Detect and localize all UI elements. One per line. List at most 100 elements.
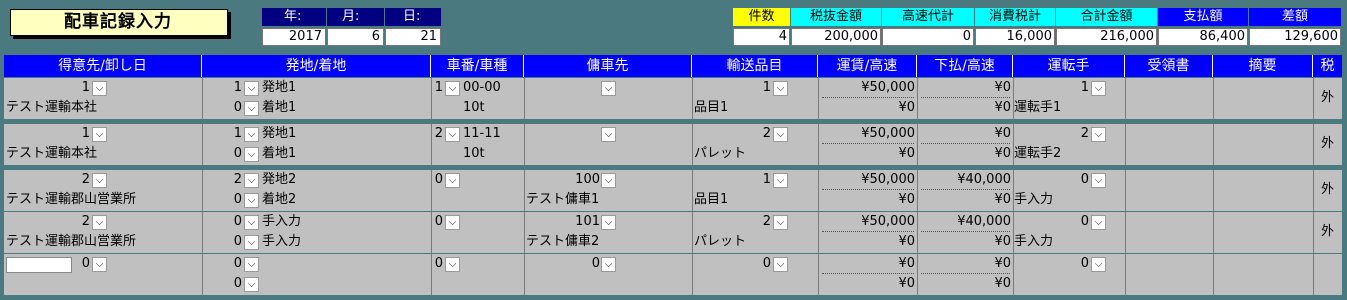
chevron-down-icon[interactable]: ⌵ (244, 193, 259, 208)
customer-code[interactable]: 2 (4, 212, 90, 232)
from-code[interactable]: 0 (202, 254, 242, 274)
chevron-down-icon[interactable]: ⌵ (1091, 81, 1106, 96)
payment-highway: ¥0 (994, 146, 1011, 161)
column-divider (1213, 170, 1214, 211)
chevron-down-icon[interactable]: ⌵ (244, 127, 259, 142)
to-code[interactable]: 0 (202, 144, 242, 164)
chevron-down-icon[interactable]: ⌵ (92, 81, 107, 96)
chevron-down-icon[interactable]: ⌵ (244, 215, 259, 230)
tax-type (1313, 264, 1342, 284)
record-row: 0 0 0 0 0 0 ¥0 ¥0 ¥0 ¥0 0 ⌵ ⌵ ⌵ ⌵ ⌵ ⌵ ⌵ (4, 254, 1342, 295)
chevron-down-icon[interactable]: ⌵ (601, 257, 616, 272)
chevron-down-icon[interactable]: ⌵ (445, 81, 460, 96)
payment-highway: ¥0 (994, 192, 1011, 207)
subcontractor-code[interactable]: 101 (524, 212, 600, 232)
item-name: 品目1 (694, 192, 729, 207)
column-divider (1125, 124, 1126, 165)
record-row: 1 テスト運輸本社 1 発地1 0 着地1 2 11-11 10t 2 パレット ¥50,000 ¥0 ¥… (4, 124, 1342, 165)
chevron-down-icon[interactable]: ⌵ (1091, 127, 1106, 142)
vehicle-code[interactable]: 1 (431, 78, 443, 98)
chevron-down-icon[interactable]: ⌵ (1091, 173, 1106, 188)
customer-code[interactable]: 1 (4, 78, 90, 98)
grand-total-value: 216,000 (1056, 28, 1157, 46)
vehicle-code[interactable]: 0 (431, 170, 443, 190)
chevron-down-icon[interactable]: ⌵ (445, 257, 460, 272)
chevron-down-icon[interactable]: ⌵ (445, 215, 460, 230)
from-code[interactable]: 2 (202, 170, 242, 190)
driver-code[interactable]: 1 (1013, 78, 1089, 98)
customer-code[interactable]: 2 (4, 170, 90, 190)
chevron-down-icon[interactable]: ⌵ (601, 215, 616, 230)
driver-code[interactable]: 0 (1013, 170, 1089, 190)
column-divider (1213, 78, 1214, 119)
vehicle-number (463, 254, 523, 274)
chevron-down-icon[interactable]: ⌵ (601, 127, 616, 142)
vehicle-code[interactable]: 0 (431, 212, 443, 232)
vehicle-number: 00-00 (463, 80, 501, 95)
fare-value: ¥50,000 (861, 172, 915, 187)
vehicle-type (463, 232, 523, 252)
chevron-down-icon[interactable]: ⌵ (445, 173, 460, 188)
driver-code[interactable]: 2 (1013, 124, 1089, 144)
customer-code[interactable]: 0 (4, 254, 90, 274)
from-name (262, 254, 427, 274)
subtotal-label: 税抜金額 (791, 8, 881, 26)
to-name: 着地1 (262, 146, 297, 161)
item-code[interactable]: 1 (692, 170, 771, 190)
vehicle-number (463, 212, 523, 232)
chevron-down-icon[interactable]: ⌵ (244, 277, 259, 292)
chevron-down-icon[interactable]: ⌵ (92, 173, 107, 188)
item-code[interactable]: 2 (692, 212, 771, 232)
customer-name (6, 274, 200, 294)
item-code[interactable]: 1 (692, 78, 771, 98)
chevron-down-icon[interactable]: ⌵ (773, 127, 788, 142)
chevron-down-icon[interactable]: ⌵ (773, 257, 788, 272)
chevron-down-icon[interactable]: ⌵ (92, 127, 107, 142)
from-name: 手入力 (262, 214, 302, 229)
chevron-down-icon[interactable]: ⌵ (244, 81, 259, 96)
from-code[interactable]: 1 (202, 78, 242, 98)
chevron-down-icon[interactable]: ⌵ (244, 101, 259, 116)
subcontractor-code[interactable] (524, 78, 600, 98)
chevron-down-icon[interactable]: ⌵ (773, 81, 788, 96)
chevron-down-icon[interactable]: ⌵ (244, 173, 259, 188)
customer-code[interactable]: 1 (4, 124, 90, 144)
item-code[interactable]: 0 (692, 254, 771, 274)
chevron-down-icon[interactable]: ⌵ (773, 215, 788, 230)
subcontractor-code[interactable]: 0 (524, 254, 600, 274)
chevron-down-icon[interactable]: ⌵ (445, 127, 460, 142)
to-code[interactable]: 0 (202, 274, 242, 294)
fare-separator (822, 143, 914, 144)
subcontractor-code[interactable]: 100 (524, 170, 600, 190)
driver-code[interactable]: 0 (1013, 254, 1089, 274)
header-tax: 税 (1320, 58, 1335, 74)
from-code[interactable]: 0 (202, 212, 242, 232)
chevron-down-icon[interactable]: ⌵ (244, 147, 259, 162)
vehicle-code[interactable]: 2 (431, 124, 443, 144)
chevron-down-icon[interactable]: ⌵ (244, 235, 259, 250)
to-code[interactable]: 0 (202, 190, 242, 210)
chevron-down-icon[interactable]: ⌵ (1091, 215, 1106, 230)
day-field[interactable]: 21 (385, 28, 441, 46)
chevron-down-icon[interactable]: ⌵ (92, 257, 107, 272)
year-field[interactable]: 2017 (262, 28, 326, 46)
month-field[interactable]: 6 (327, 28, 384, 46)
from-code[interactable]: 1 (202, 124, 242, 144)
item-code[interactable]: 2 (692, 124, 771, 144)
header-vehicle: 車番/車種 (431, 55, 524, 77)
chevron-down-icon[interactable]: ⌵ (244, 257, 259, 272)
subcontractor-code[interactable] (524, 124, 600, 144)
highway-total-label: 高速代計 (882, 8, 974, 26)
vehicle-code[interactable]: 0 (431, 254, 443, 274)
header-payment: 下払/高速 (917, 55, 1013, 77)
chevron-down-icon[interactable]: ⌵ (92, 215, 107, 230)
to-code[interactable]: 0 (202, 98, 242, 118)
to-name: 着地2 (262, 192, 297, 207)
chevron-down-icon[interactable]: ⌵ (601, 173, 616, 188)
chevron-down-icon[interactable]: ⌵ (773, 173, 788, 188)
header-fare: 運賃/高速 (818, 55, 917, 77)
chevron-down-icon[interactable]: ⌵ (1091, 257, 1106, 272)
to-code[interactable]: 0 (202, 232, 242, 252)
driver-code[interactable]: 0 (1013, 212, 1089, 232)
chevron-down-icon[interactable]: ⌵ (601, 81, 616, 96)
